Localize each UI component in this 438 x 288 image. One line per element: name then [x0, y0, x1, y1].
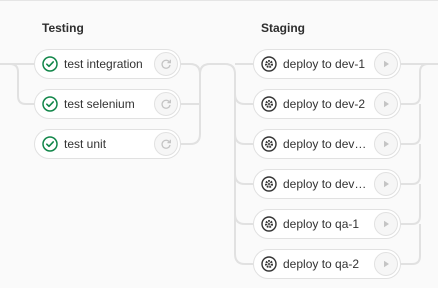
play-icon[interactable] [374, 132, 398, 156]
job-deploy-dev-1[interactable]: deploy to dev-1 [253, 49, 401, 79]
play-icon[interactable] [374, 52, 398, 76]
pipeline-graph: Testing Staging test integration test se… [0, 0, 438, 288]
play-icon[interactable] [374, 172, 398, 196]
play-icon[interactable] [374, 92, 398, 116]
job-name: deploy to qa-1 [283, 217, 360, 231]
job-name: deploy to dev-2 [283, 97, 366, 111]
job-name: deploy to devo… [283, 137, 370, 151]
job-deploy-qa-2[interactable]: deploy to qa-2 [253, 249, 401, 279]
job-name: test integration [64, 57, 143, 71]
job-test-selenium[interactable]: test selenium [34, 89, 181, 119]
job-deploy-devo-2[interactable]: deploy to devo… [253, 169, 401, 199]
stage-title-staging: Staging [261, 21, 305, 35]
job-deploy-qa-1[interactable]: deploy to qa-1 [253, 209, 401, 239]
play-icon[interactable] [374, 252, 398, 276]
job-deploy-dev-2[interactable]: deploy to dev-2 [253, 89, 401, 119]
job-test-unit[interactable]: test unit [34, 129, 181, 159]
job-name: deploy to dev-1 [283, 57, 366, 71]
job-name: deploy to devo… [283, 177, 370, 191]
manual-gear-icon [261, 216, 277, 232]
stage-title-testing: Testing [42, 21, 84, 35]
job-test-integration[interactable]: test integration [34, 49, 181, 79]
retry-icon[interactable] [154, 92, 178, 116]
success-check-icon [42, 56, 58, 72]
job-name: deploy to qa-2 [283, 257, 360, 271]
manual-gear-icon [261, 56, 277, 72]
manual-gear-icon [261, 96, 277, 112]
manual-gear-icon [261, 256, 277, 272]
job-deploy-devo-1[interactable]: deploy to devo… [253, 129, 401, 159]
play-icon[interactable] [374, 212, 398, 236]
manual-gear-icon [261, 176, 277, 192]
manual-gear-icon [261, 136, 277, 152]
success-check-icon [42, 136, 58, 152]
job-name: test unit [64, 137, 107, 151]
success-check-icon [42, 96, 58, 112]
retry-icon[interactable] [154, 52, 178, 76]
retry-icon[interactable] [154, 132, 178, 156]
job-name: test selenium [64, 97, 135, 111]
